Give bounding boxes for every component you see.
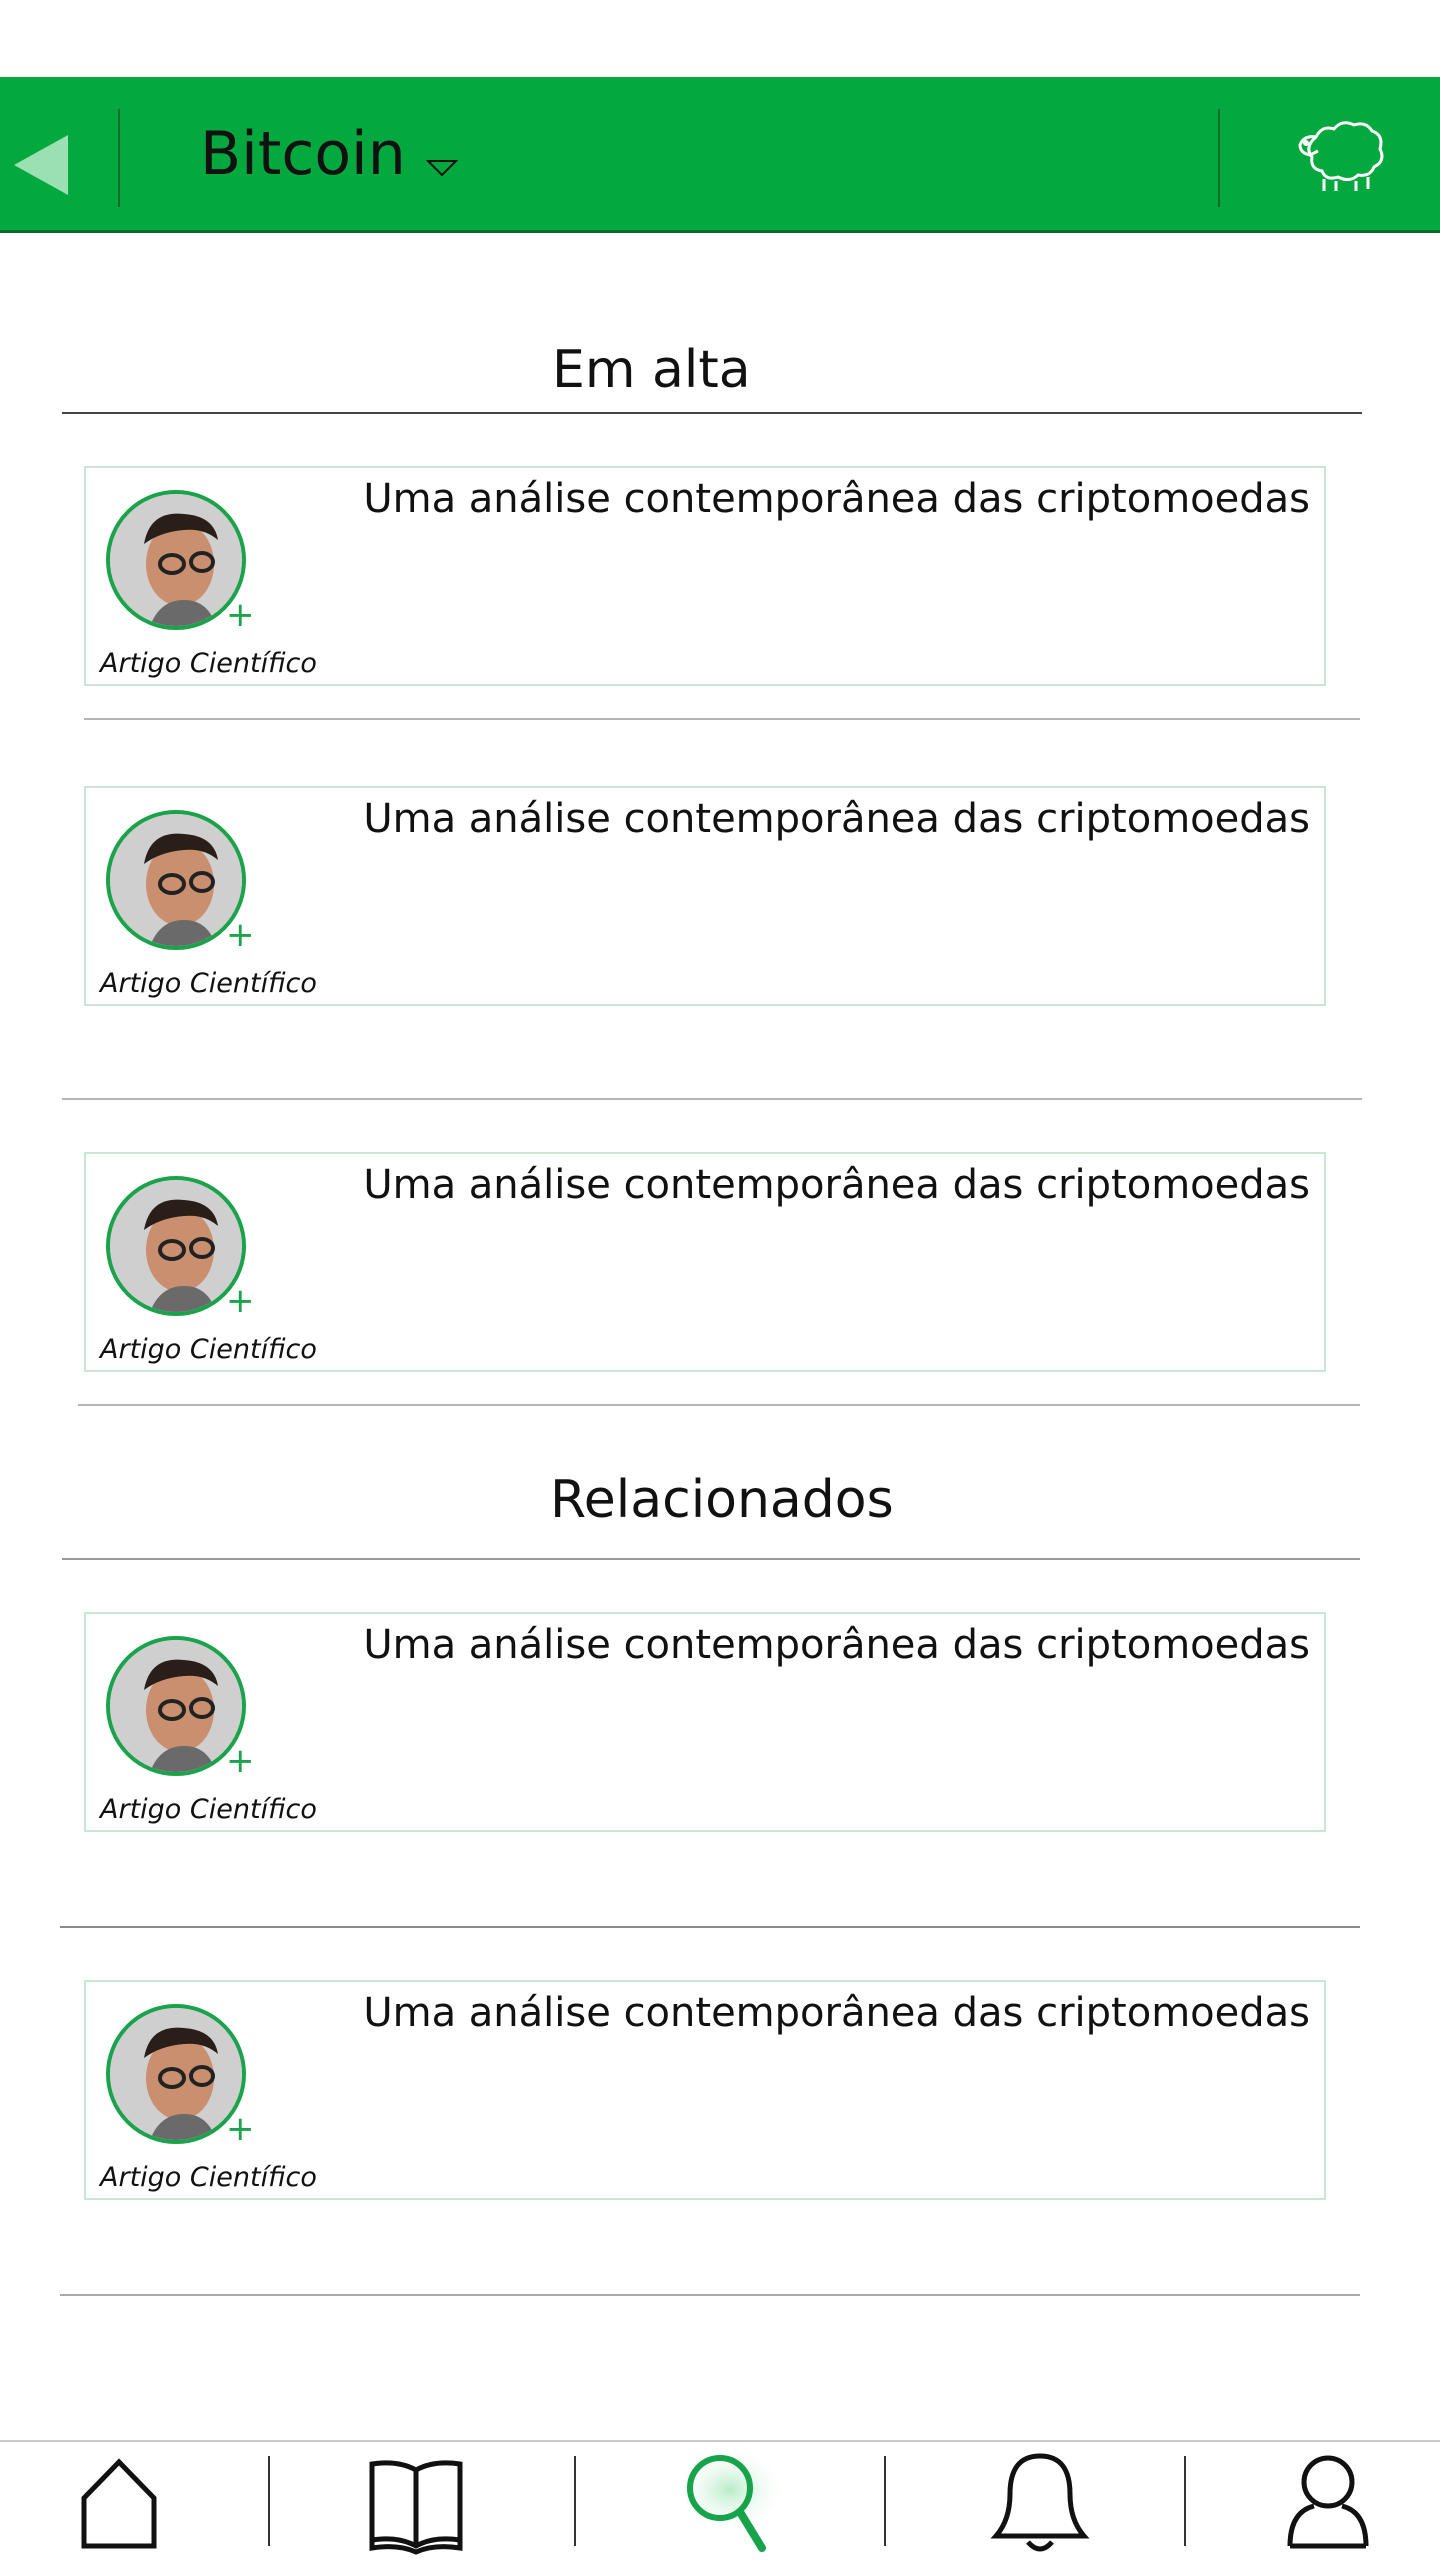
card-divider (84, 718, 1360, 720)
section-title-trending: Em alta (552, 340, 751, 400)
author-avatar[interactable] (106, 1176, 246, 1316)
nav-home[interactable] (60, 2442, 180, 2560)
nav-separator (268, 2456, 270, 2546)
nav-library[interactable] (356, 2442, 476, 2560)
top-app-bar: Bitcoin (0, 77, 1440, 233)
home-icon (81, 2458, 157, 2549)
back-triangle-icon (14, 135, 68, 195)
mascot-button[interactable] (1294, 115, 1390, 195)
nav-notifications[interactable] (980, 2442, 1100, 2560)
add-button[interactable]: + (226, 2112, 255, 2146)
back-button[interactable] (0, 77, 118, 230)
add-button[interactable]: + (226, 1284, 255, 1318)
section-divider (62, 1558, 1360, 1560)
bottom-navigation (0, 2440, 1440, 2560)
add-button[interactable]: + (226, 918, 255, 952)
author-avatar[interactable] (106, 490, 246, 630)
add-button[interactable]: + (226, 598, 255, 632)
topic-selector[interactable]: Bitcoin (200, 77, 458, 230)
profile-icon (1287, 2455, 1369, 2549)
card-divider (60, 2294, 1360, 2296)
add-button[interactable]: + (226, 1744, 255, 1778)
article-card[interactable]: + Artigo Científico Uma análise contempo… (84, 786, 1326, 1006)
nav-separator (884, 2456, 886, 2546)
author-avatar[interactable] (106, 1636, 246, 1776)
page-title: Bitcoin (200, 118, 406, 189)
author-avatar[interactable] (106, 2004, 246, 2144)
nav-profile[interactable] (1268, 2442, 1388, 2560)
nav-separator (1184, 2456, 1186, 2546)
article-type: Artigo Científico (100, 968, 317, 999)
author-avatar[interactable] (106, 810, 246, 950)
sheep-icon (1298, 121, 1384, 191)
section-title-related: Relacionados (550, 1470, 894, 1530)
article-card[interactable]: + Artigo Científico Uma análise contempo… (84, 1612, 1326, 1832)
card-divider (60, 1926, 1360, 1928)
article-type: Artigo Científico (100, 1334, 317, 1365)
article-title: Uma análise contemporânea das criptomoed… (363, 1990, 1310, 2036)
search-icon (672, 2450, 788, 2552)
section-divider (62, 412, 1362, 414)
article-title: Uma análise contemporânea das criptomoed… (363, 1622, 1310, 1668)
article-type: Artigo Científico (100, 1794, 317, 1825)
bell-icon (990, 2453, 1090, 2552)
article-card[interactable]: + Artigo Científico Uma análise contempo… (84, 1152, 1326, 1372)
article-card[interactable]: + Artigo Científico Uma análise contempo… (84, 1980, 1326, 2200)
header-divider (118, 109, 120, 207)
nav-separator (574, 2456, 576, 2546)
article-type: Artigo Científico (100, 648, 317, 679)
caret-down-icon (425, 159, 458, 176)
article-title: Uma análise contemporânea das criptomoed… (363, 476, 1310, 522)
article-type: Artigo Científico (100, 2162, 317, 2193)
article-title: Uma análise contemporânea das criptomoed… (363, 796, 1310, 842)
card-divider (78, 1404, 1360, 1406)
book-icon (369, 2460, 463, 2555)
article-title: Uma análise contemporânea das criptomoed… (363, 1162, 1310, 1208)
nav-search[interactable] (668, 2442, 788, 2560)
header-divider (1218, 109, 1220, 207)
article-card[interactable]: + Artigo Científico Uma análise contempo… (84, 466, 1326, 686)
card-divider (62, 1098, 1362, 1100)
